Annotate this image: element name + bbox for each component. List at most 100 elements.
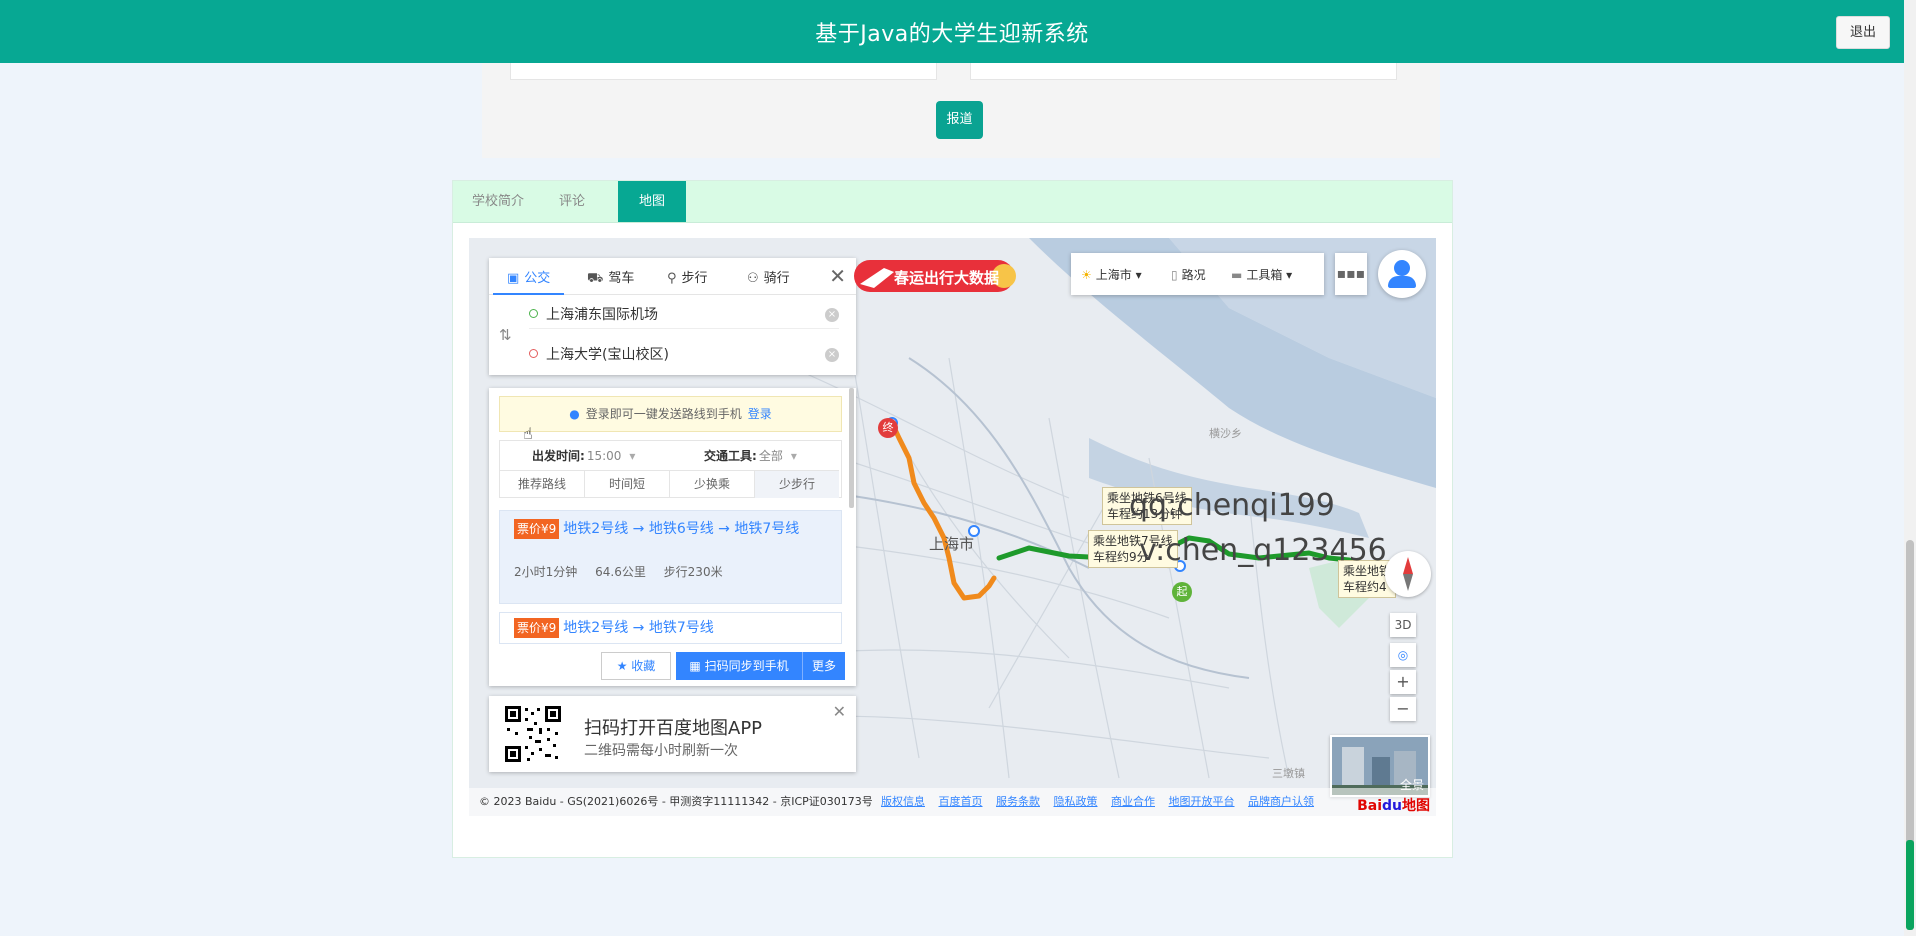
- baidu-map[interactable]: 终 起 上海市 横沙乡 三墩镇 乘坐地铁6号线 车程约13分钟 乘坐地铁7号线 …: [469, 238, 1436, 816]
- footer-link[interactable]: 版权信息: [881, 795, 925, 808]
- app-title: 基于Java的大学生迎新系统: [815, 22, 1089, 47]
- route-distance: 64.6公里: [595, 565, 646, 579]
- route-options: 出发时间: 15:00 ▾ 交通工具: 全部 ▾ 推荐路线 时间短 少换乘 少步行: [499, 440, 842, 498]
- banner-text: 春运出行大数据: [894, 269, 1000, 287]
- logout-button[interactable]: 退出: [1836, 16, 1890, 49]
- compass-icon[interactable]: [1385, 551, 1431, 597]
- end-marker[interactable]: 终: [878, 418, 898, 438]
- route-actions: ★ 收藏 ▦ 扫码同步到手机 更多: [489, 646, 856, 686]
- scrollbar-indicator: [1906, 840, 1914, 930]
- page-scrollbar[interactable]: [1904, 0, 1916, 936]
- clear-destination-icon[interactable]: ×: [825, 348, 839, 362]
- bike-icon: ⚇: [747, 271, 759, 286]
- bus-icon: ▣: [507, 271, 520, 286]
- footer-link[interactable]: 百度首页: [939, 795, 983, 808]
- clear-origin-icon[interactable]: ×: [825, 308, 839, 322]
- message-icon[interactable]: ▪▪▪: [1335, 253, 1367, 295]
- depart-time-select[interactable]: 出发时间: 15:00 ▾: [532, 447, 635, 464]
- footer-link[interactable]: 地图开放平台: [1169, 795, 1235, 808]
- school-info-panel: 学校简介 评论 地图 终 起 上海市 横沙乡 三墩镇 乘坐地铁6号线 车程约13…: [452, 180, 1453, 858]
- route-duration: 2小时1分钟: [514, 565, 578, 579]
- toolbox-menu[interactable]: ▬ 工具箱 ▾: [1231, 266, 1292, 283]
- route-search-box: ▣ 公交 ⛟ 驾车 ⚲ 步行 ⚇ 骑行 ✕ ⇅ 上海浦东国际机场 × 上海大学(宝山校区…: [489, 258, 856, 375]
- vehicle-select[interactable]: 交通工具: 全部 ▾: [704, 447, 797, 464]
- mode-drive[interactable]: ⛟ 驾车: [587, 267, 634, 288]
- sync-to-phone-button[interactable]: ▦ 扫码同步到手机: [676, 652, 802, 680]
- price-badge: 票价¥9: [514, 519, 560, 539]
- close-icon[interactable]: ✕: [829, 264, 846, 288]
- zoom-out-button[interactable]: −: [1390, 697, 1416, 721]
- car-icon: ⛟: [587, 271, 604, 286]
- top-bar: 基于Java的大学生迎新系统 退出: [0, 0, 1904, 63]
- destination-input[interactable]: 上海大学(宝山校区) ×: [529, 342, 839, 368]
- mode-transit[interactable]: ▣ 公交: [492, 267, 565, 295]
- star-icon: ★: [616, 659, 628, 673]
- route-lines: 地铁2号线 → 地铁7号线: [563, 620, 714, 636]
- sort-recommended[interactable]: 推荐路线: [500, 470, 585, 498]
- login-link[interactable]: 登录: [748, 407, 772, 421]
- footer-link[interactable]: 隐私政策: [1054, 795, 1098, 808]
- map-city-label: 上海市: [929, 535, 975, 553]
- report-form: 报道: [482, 63, 1440, 158]
- login-tip: ● 登录即可一键发送路线到手机 登录: [499, 396, 842, 432]
- transport-mode-tabs: ▣ 公交 ⛟ 驾车 ⚲ 步行 ⚇ 骑行 ✕: [489, 258, 856, 295]
- footer-link[interactable]: 品牌商户认领: [1248, 795, 1314, 808]
- watermark-text: v:chen_q123456: [1139, 533, 1387, 568]
- user-icon: ●: [569, 407, 580, 421]
- qr-icon: ▦: [689, 659, 701, 673]
- walk-icon: ⚲: [667, 271, 677, 286]
- route-lines: 地铁2号线 → 地铁6号线 → 地铁7号线: [563, 521, 800, 537]
- sort-shortest-time[interactable]: 时间短: [585, 470, 670, 498]
- map-footer: © 2023 Baidu - GS(2021)6026号 - 甲测资字11111…: [469, 788, 1436, 816]
- close-icon[interactable]: ✕: [833, 702, 846, 721]
- user-icon-body: [1388, 276, 1416, 288]
- map-toolbar: ☀ 上海市 ▾ ▯ 路况 ▬ 工具箱 ▾: [1071, 253, 1324, 295]
- sort-fewest-transfers[interactable]: 少换乘: [670, 470, 755, 498]
- price-badge: 票价¥9: [514, 618, 560, 638]
- traffic-light-icon: ▯: [1171, 268, 1178, 282]
- sun-icon: ☀: [1081, 268, 1092, 282]
- app-qr-promo: 扫码打开百度地图APP 二维码需每小时刷新一次 ✕: [489, 696, 856, 772]
- form-field-right[interactable]: [970, 63, 1397, 80]
- destination-dot-icon: [529, 349, 538, 358]
- map-place-label: 三墩镇: [1272, 767, 1305, 780]
- tab-map[interactable]: 地图: [618, 181, 686, 222]
- traffic-toggle[interactable]: ▯ 路况: [1171, 266, 1206, 283]
- watermark-text: qq:chenqi199: [1129, 488, 1335, 523]
- tab-school-intro[interactable]: 学校简介: [463, 181, 533, 222]
- start-marker[interactable]: 起: [1172, 582, 1192, 602]
- sort-least-walking[interactable]: 少步行: [755, 470, 839, 498]
- swap-icon[interactable]: ⇅: [499, 326, 512, 344]
- tab-bar: 学校简介 评论 地图: [453, 181, 1452, 223]
- toolbox-icon: ▬: [1231, 268, 1243, 282]
- footer-link[interactable]: 服务条款: [996, 795, 1040, 808]
- mode-walk[interactable]: ⚲ 步行: [667, 267, 708, 286]
- locate-icon[interactable]: ◎: [1390, 643, 1416, 667]
- city-select[interactable]: ☀ 上海市 ▾: [1081, 266, 1142, 283]
- baidu-logo[interactable]: Baidu地图: [1357, 792, 1430, 816]
- user-avatar[interactable]: [1378, 250, 1426, 298]
- results-scrollbar[interactable]: [849, 388, 854, 508]
- favorite-button[interactable]: ★ 收藏: [601, 652, 671, 680]
- form-field-left[interactable]: [510, 63, 937, 80]
- zoom-in-button[interactable]: +: [1390, 670, 1416, 694]
- origin-dot-icon: [529, 309, 538, 318]
- report-button[interactable]: 报道: [936, 101, 983, 139]
- more-button[interactable]: 更多: [802, 652, 845, 680]
- copyright-text: © 2023 Baidu - GS(2021)6026号 - 甲测资字11111…: [479, 795, 873, 808]
- route-plan[interactable]: 票价¥9 地铁2号线 → 地铁7号线: [499, 612, 842, 644]
- mode-bike[interactable]: ⚇ 骑行: [747, 267, 790, 286]
- mouse-cursor-icon: ☝: [523, 424, 533, 443]
- route-walk: 步行230米: [663, 565, 723, 579]
- user-icon-head: [1394, 260, 1410, 276]
- 3d-toggle[interactable]: 3D: [1390, 613, 1416, 637]
- compass-graphic: [1403, 557, 1413, 591]
- footer-link[interactable]: 商业合作: [1111, 795, 1155, 808]
- qr-code: [503, 704, 563, 764]
- qr-title: 扫码打开百度地图APP: [584, 718, 763, 739]
- promo-banner[interactable]: 春运出行大数据: [854, 258, 1022, 296]
- tab-comments[interactable]: 评论: [543, 181, 601, 222]
- route-results: ● 登录即可一键发送路线到手机 登录 出发时间: 15:00 ▾ 交通工具: 全部 ▾ 推荐…: [489, 388, 856, 686]
- origin-input[interactable]: 上海浦东国际机场 ×: [529, 302, 839, 329]
- route-plan[interactable]: 票价¥9 地铁2号线 → 地铁6号线 → 地铁7号线 2小时1分钟 64.6公里 …: [499, 510, 842, 604]
